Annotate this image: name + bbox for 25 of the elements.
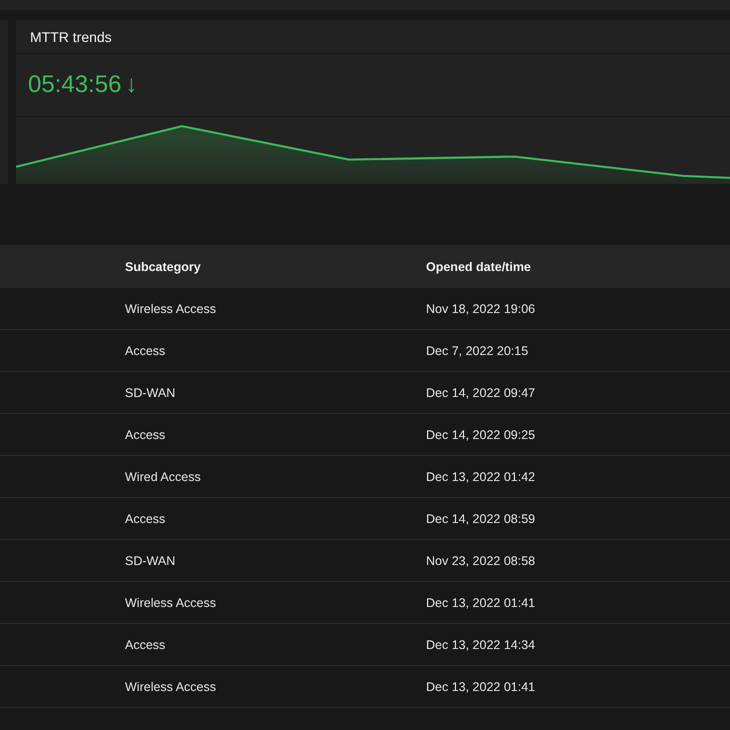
table-cell: Nov 18, 2022 19:06 <box>426 302 536 316</box>
column-header[interactable]: Opened date/time <box>426 260 531 274</box>
table-cell: Wireless Access <box>125 596 216 610</box>
table-cell: Nov 23, 2022 08:58 <box>426 554 536 568</box>
table-cell: Access <box>125 512 166 526</box>
table-cell: Dec 14, 2022 09:25 <box>426 428 536 442</box>
table-cell: Wireless Access <box>125 302 216 316</box>
table-cell: Wireless Access <box>125 680 216 694</box>
column-header[interactable]: Subcategory <box>125 260 201 274</box>
table-cell: Dec 13, 2022 01:41 <box>426 680 536 694</box>
table-cell: Dec 13, 2022 01:42 <box>426 470 536 484</box>
mttr-value: 05:43:56 <box>28 71 122 99</box>
table-cell: Dec 7, 2022 20:15 <box>426 344 528 358</box>
table-cell: Dec 13, 2022 14:34 <box>426 638 536 652</box>
table-cell: Dec 14, 2022 08:59 <box>426 512 536 526</box>
table-cell: Access <box>125 344 166 358</box>
table-cell: Access <box>125 638 166 652</box>
trend-arrow: ↓ <box>125 71 138 99</box>
table-cell: SD-WAN <box>125 554 176 568</box>
table-cell: Dec 13, 2022 01:41 <box>426 596 536 610</box>
table-cell: Wired Access <box>125 470 201 484</box>
table-cell: SD-WAN <box>125 386 176 400</box>
card-title: MTTR trends <box>30 29 112 45</box>
table-cell: Dec 14, 2022 09:47 <box>426 386 536 400</box>
table-cell: Access <box>125 428 166 442</box>
